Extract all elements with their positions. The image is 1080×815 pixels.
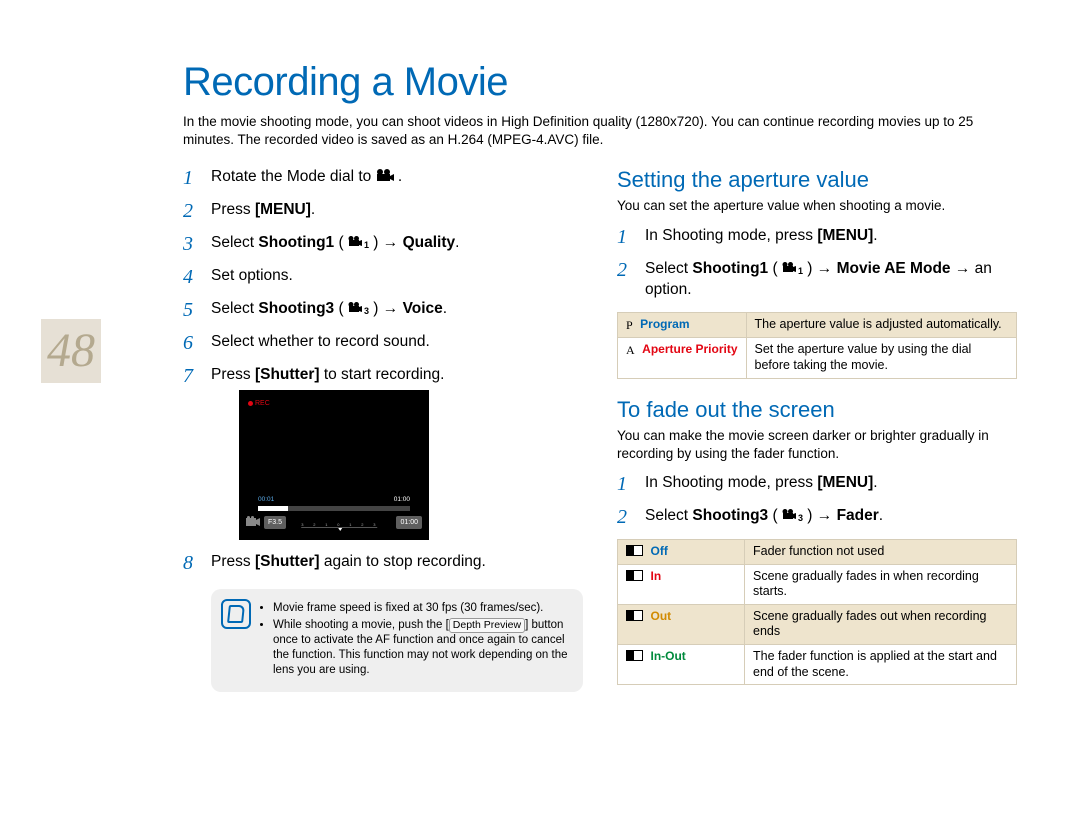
step-7: Press [Shutter] to start recording. REC … [183,365,583,540]
svg-text:3: 3 [301,522,304,527]
step-2: Press [MENU]. [183,200,583,221]
aperture-step-1: In Shooting mode, press [MENU]. [617,226,1017,247]
program-icon: P [626,318,633,333]
fader-step-2: Select Shooting3 ( 3 ) → Fader. [617,506,1017,527]
option-program: P Program [618,313,747,338]
shooting3-icon: 3 [782,507,803,524]
note-line-1: Movie frame speed is fixed at 30 fps (30… [273,601,571,616]
left-column: Rotate the Mode dial to . Press [MENU]. … [183,167,583,692]
fader-options-table: Off Fader function not used In Scene gra… [617,539,1017,685]
aperture-heading: Setting the aperture value [617,167,1017,193]
option-fader-out: Out [618,604,745,644]
option-fader-off: Off [618,539,745,564]
intro-paragraph: In the movie shooting mode, you can shoo… [183,113,1015,149]
fader-inout-icon [626,650,643,661]
shooting1-icon: 1 [782,260,803,277]
fader-in-icon [626,570,643,581]
step-4: Set options. [183,266,583,287]
page-title: Recording a Movie [183,60,1041,105]
record-progress [258,506,410,511]
elapsed-time: 00:01 [258,496,274,505]
shooting3-icon: 3 [348,300,369,317]
note-box: Movie frame speed is fixed at 30 fps (30… [211,589,583,692]
movie-mode-icon [376,168,398,185]
step-5: Select Shooting3 ( 3 ) → Voice. [183,299,583,320]
svg-text:2: 2 [361,522,364,527]
svg-text:1: 1 [349,522,352,527]
svg-text:3: 3 [373,522,376,527]
note-icon [221,599,251,629]
fader-heading: To fade out the screen [617,397,1017,423]
page-number: 48 [47,324,95,377]
rec-indicator: REC [248,399,270,408]
svg-text:2: 2 [313,522,316,527]
aperture-step-2: Select Shooting1 ( 1 ) → Movie AE Mode →… [617,259,1017,301]
svg-text:1: 1 [325,522,328,527]
step-8: Press [Shutter] again to stop recording. [183,552,583,573]
shooting1-icon: 1 [348,234,369,251]
step-6: Select whether to record sound. [183,332,583,353]
ev-scale: 3 2 1 0 1 2 3 [290,517,392,527]
note-line-2: While shooting a movie, push the [Depth … [273,618,571,678]
mode-indicator-icon [246,512,260,533]
aperture-readout: F3.5 [264,516,286,528]
aperture-options-table: P Program The aperture value is adjusted… [617,312,1017,378]
status-bar: F3.5 3 2 1 0 1 2 3 01:00 [246,512,422,533]
recording-screen-preview: REC 00:01 01:00 F3.5 3 2 1 0 1 2 3 [239,390,429,540]
page-number-tab: 48 [41,319,101,383]
aperture-priority-icon: A [626,343,635,358]
aperture-desc: You can set the aperture value when shoo… [617,197,1017,215]
fader-off-icon [626,545,643,556]
fader-out-icon [626,610,643,621]
total-time: 01:00 [394,496,410,505]
remaining-time: 01:00 [396,516,422,528]
step-3: Select Shooting1 ( 1 ) → Quality. [183,233,583,254]
option-fader-inout: In-Out [618,645,745,685]
fader-step-1: In Shooting mode, press [MENU]. [617,473,1017,494]
fader-desc: You can make the movie screen darker or … [617,427,1017,463]
right-column: Setting the aperture value You can set t… [617,167,1017,703]
option-aperture-priority: A Aperture Priority [618,338,747,378]
svg-text:0: 0 [337,522,340,527]
option-fader-in: In [618,564,745,604]
page-content: Recording a Movie In the movie shooting … [183,60,1041,703]
step-1: Rotate the Mode dial to . [183,167,583,188]
